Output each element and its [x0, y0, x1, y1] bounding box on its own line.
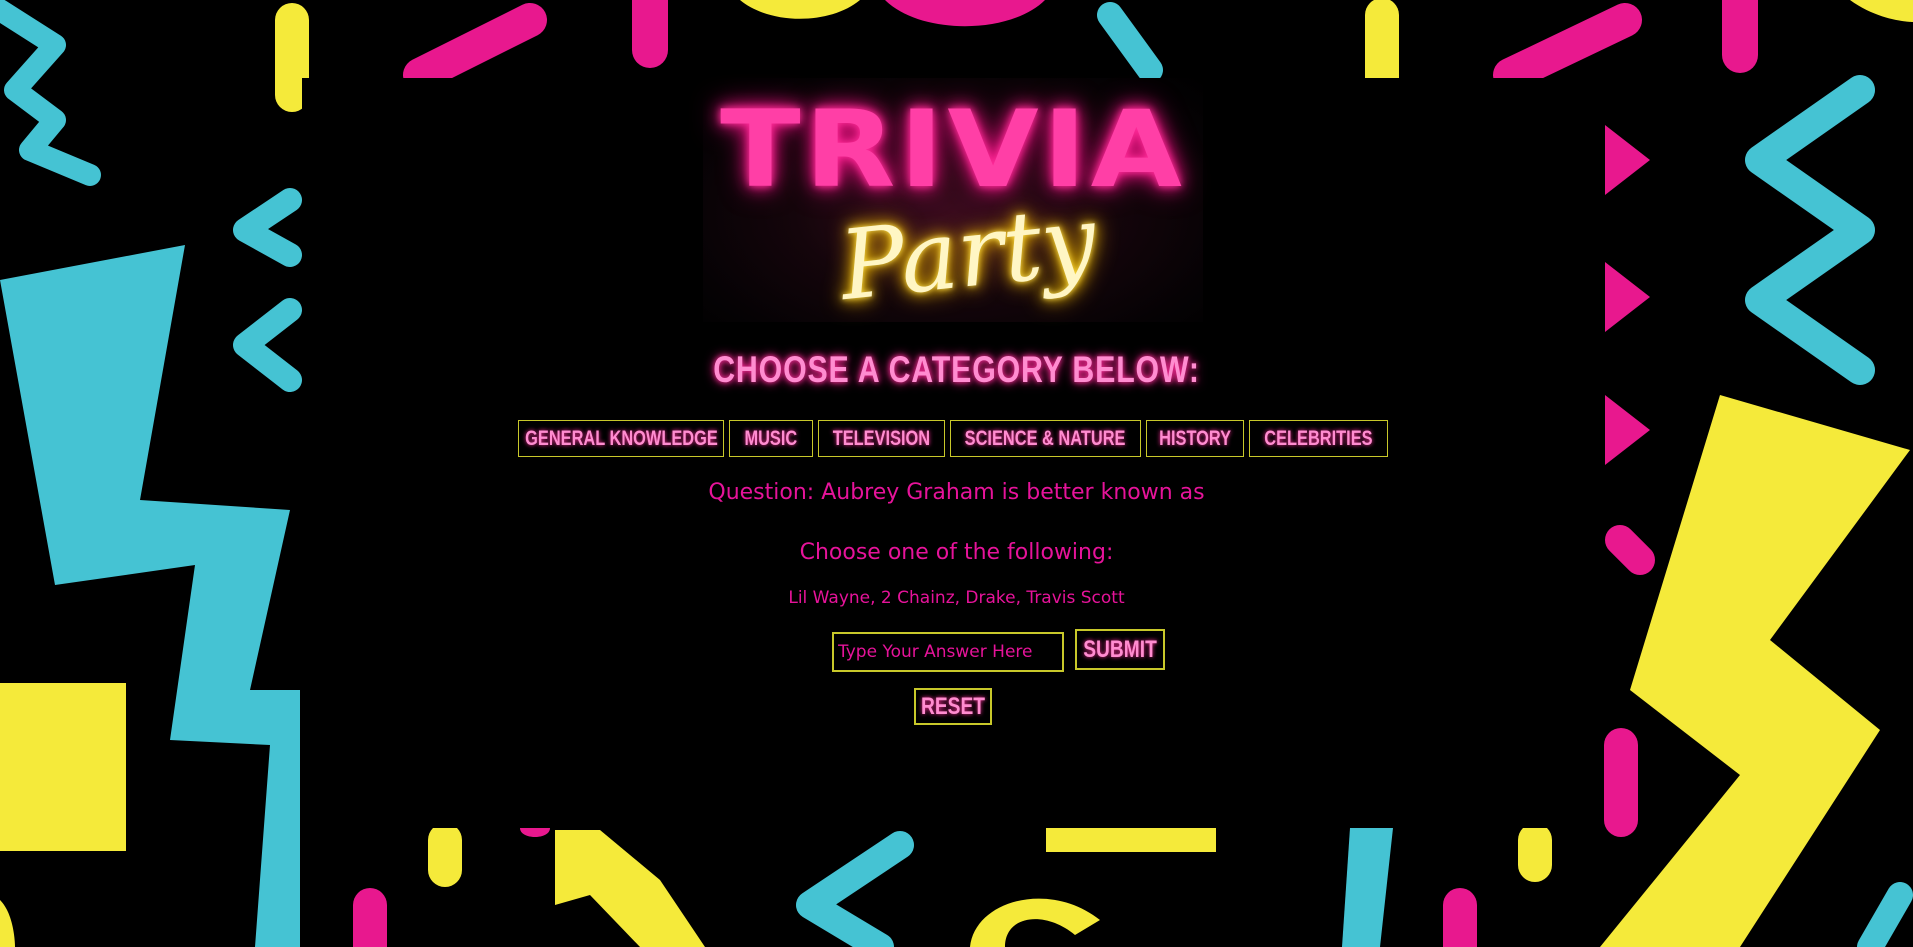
answer-input[interactable]: [832, 632, 1064, 672]
category-science-nature-button[interactable]: SCIENCE & NATURE: [950, 420, 1141, 457]
reset-label: RESET: [921, 692, 986, 720]
category-general-knowledge-button[interactable]: GENERAL KNOWLEDGE: [518, 420, 724, 457]
category-label: SCIENCE & NATURE: [965, 426, 1126, 450]
category-label: GENERAL KNOWLEDGE: [524, 426, 718, 450]
category-label: HISTORY: [1159, 426, 1231, 450]
category-television-button[interactable]: TELEVISION: [818, 420, 945, 457]
category-label: TELEVISION: [832, 426, 931, 450]
category-label: MUSIC: [744, 426, 798, 450]
category-buttons: GENERAL KNOWLEDGE MUSIC TELEVISION SCIEN…: [518, 420, 1388, 459]
category-music-button[interactable]: MUSIC: [729, 420, 813, 457]
reset-button[interactable]: RESET: [914, 688, 992, 725]
submit-label: SUBMIT: [1083, 635, 1157, 663]
trivia-party-logo: TRIVIA Party: [703, 78, 1203, 322]
category-heading: CHOOSE A CATEGORY BELOW:: [713, 349, 1200, 390]
answer-options: Lil Wayne, 2 Chainz, Drake, Travis Scott: [788, 588, 1125, 608]
question-text: Question: Aubrey Graham is better known …: [708, 480, 1205, 505]
choose-prompt: Choose one of the following:: [799, 540, 1114, 565]
category-label: CELEBRITIES: [1264, 426, 1373, 450]
category-history-button[interactable]: HISTORY: [1146, 420, 1244, 457]
category-celebrities-button[interactable]: CELEBRITIES: [1249, 420, 1388, 457]
submit-button[interactable]: SUBMIT: [1075, 629, 1165, 670]
